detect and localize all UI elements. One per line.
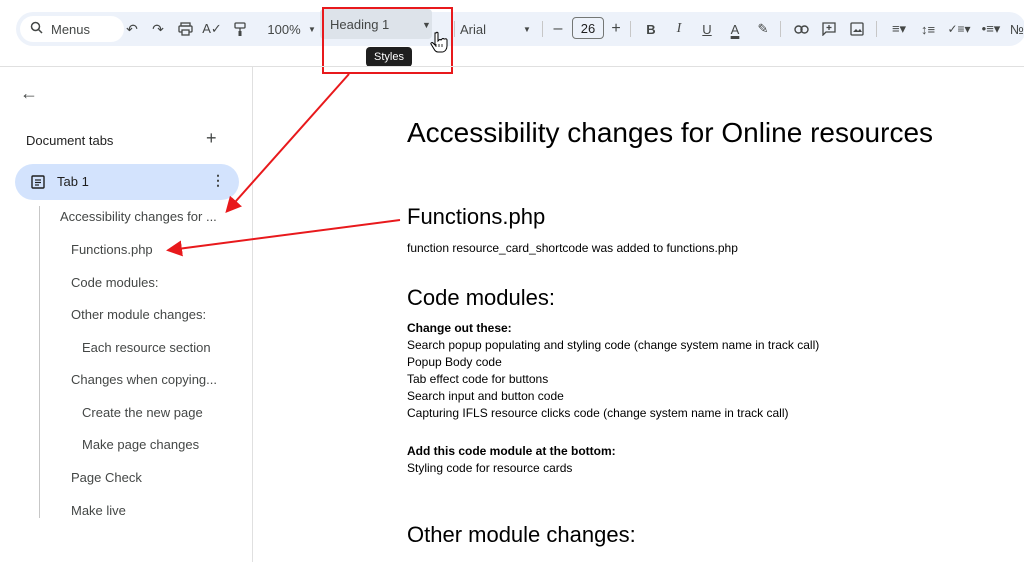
list-line: Search input and button code xyxy=(407,389,564,403)
list-line: Capturing IFLS resource clicks code (cha… xyxy=(407,406,789,420)
add-comment-icon[interactable] xyxy=(818,12,840,46)
outline-item[interactable]: Create the new page xyxy=(82,405,203,420)
more-options-icon[interactable]: ⋮ xyxy=(211,172,225,189)
divider xyxy=(454,21,455,37)
align-icon[interactable]: ≡▾ xyxy=(884,12,914,46)
paragraph: function resource_card_shortcode was add… xyxy=(407,241,738,255)
heading-code-modules: Code modules: xyxy=(407,285,555,310)
font-select[interactable]: Arial xyxy=(460,12,540,46)
document-outline-sidebar: ← Document tabs + Tab 1 ⋮ Accessibility … xyxy=(0,67,253,562)
document-tabs-heading: Document tabs xyxy=(26,133,114,148)
add-tab-button[interactable]: + xyxy=(206,128,217,149)
zoom-select[interactable]: 100% xyxy=(262,12,306,46)
outline-item[interactable]: Other module changes: xyxy=(71,307,206,322)
search-icon xyxy=(30,21,43,37)
document-page[interactable]: Accessibility changes for Online resourc… xyxy=(254,67,1024,562)
decrease-font-size-icon[interactable]: – xyxy=(548,12,568,46)
list-line: Tab effect code for buttons xyxy=(407,372,549,386)
paragraph-bold: Add this code module at the bottom: xyxy=(407,444,616,458)
outline-item[interactable]: Each resource section xyxy=(82,340,211,355)
outline-item[interactable]: Accessibility changes for ... xyxy=(60,209,217,224)
list-line: Search popup populating and styling code… xyxy=(407,338,820,352)
paragraph-bold: Change out these: xyxy=(407,321,512,335)
divider xyxy=(876,21,877,37)
redo-icon[interactable]: ↷ xyxy=(146,12,170,46)
heading-other-module-changes: Other module changes: xyxy=(407,522,636,547)
outline-item[interactable]: Code modules: xyxy=(71,275,158,290)
list-line: Popup Body code xyxy=(407,355,502,369)
document-icon xyxy=(31,175,45,189)
zoom-chevron-down-icon[interactable]: ▼ xyxy=(306,12,318,46)
toolbar: Menus ↶ ↷ A✓ 100% ▼ ▼ – + B I U A ✎ ≡▾ ↕… xyxy=(0,0,1024,74)
back-arrow-icon[interactable]: ← xyxy=(20,83,42,105)
font-size-input[interactable]: 26 xyxy=(572,17,604,39)
undo-icon[interactable]: ↶ xyxy=(120,12,144,46)
paint-format-icon[interactable] xyxy=(228,12,252,46)
outline-item[interactable]: Changes when copying... xyxy=(71,372,217,387)
hand-cursor-icon xyxy=(430,31,448,53)
tab-item-tab-1[interactable]: Tab 1 ⋮ xyxy=(15,164,239,200)
line-spacing-icon[interactable]: ↕≡ xyxy=(916,12,940,46)
outline-item[interactable]: Make live xyxy=(71,503,126,518)
menus-search[interactable]: Menus xyxy=(20,16,124,42)
insert-image-icon[interactable] xyxy=(846,12,868,46)
menus-label: Menus xyxy=(51,21,91,37)
increase-font-size-icon[interactable]: + xyxy=(606,12,626,46)
outline-item[interactable]: Functions.php xyxy=(71,242,153,257)
numbered-list-icon[interactable]: № xyxy=(1010,12,1024,46)
tab-label: Tab 1 xyxy=(57,174,89,189)
divider xyxy=(780,21,781,37)
bold-button[interactable]: B xyxy=(640,12,662,46)
list-line: Styling code for resource cards xyxy=(407,461,573,475)
underline-button[interactable]: U xyxy=(696,12,718,46)
divider xyxy=(630,21,631,37)
text-color-button[interactable]: A xyxy=(724,12,746,46)
bulleted-list-icon[interactable]: •≡▾ xyxy=(976,12,1006,46)
spellcheck-icon[interactable]: A✓ xyxy=(200,12,224,46)
checklist-icon[interactable]: ✓≡▾ xyxy=(944,12,974,46)
outline-item[interactable]: Make page changes xyxy=(82,437,199,452)
italic-button[interactable]: I xyxy=(668,12,690,46)
document-title: Accessibility changes for Online resourc… xyxy=(407,117,934,148)
link-icon[interactable] xyxy=(790,12,812,46)
heading-functions: Functions.php xyxy=(407,204,546,229)
outline-item[interactable]: Page Check xyxy=(71,470,142,485)
highlight-pen-icon[interactable]: ✎ xyxy=(752,12,774,46)
print-icon[interactable] xyxy=(173,12,197,46)
divider xyxy=(542,21,543,37)
outline-guide-line xyxy=(39,206,40,518)
